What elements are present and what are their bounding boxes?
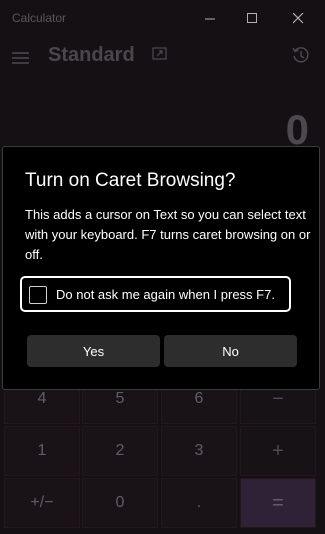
dont-ask-again-checkbox[interactable] bbox=[29, 286, 47, 304]
no-button[interactable]: No bbox=[164, 335, 297, 367]
caret-browsing-dialog: Turn on Caret Browsing? This adds a curs… bbox=[2, 146, 320, 390]
dont-ask-again-checkbox-row[interactable]: Do not ask me again when I press F7. bbox=[20, 276, 291, 312]
dont-ask-again-label: Do not ask me again when I press F7. bbox=[56, 287, 275, 302]
dialog-title: Turn on Caret Browsing? bbox=[25, 170, 236, 191]
dialog-body: This adds a cursor on Text so you can se… bbox=[25, 207, 311, 262]
yes-button[interactable]: Yes bbox=[27, 335, 160, 367]
